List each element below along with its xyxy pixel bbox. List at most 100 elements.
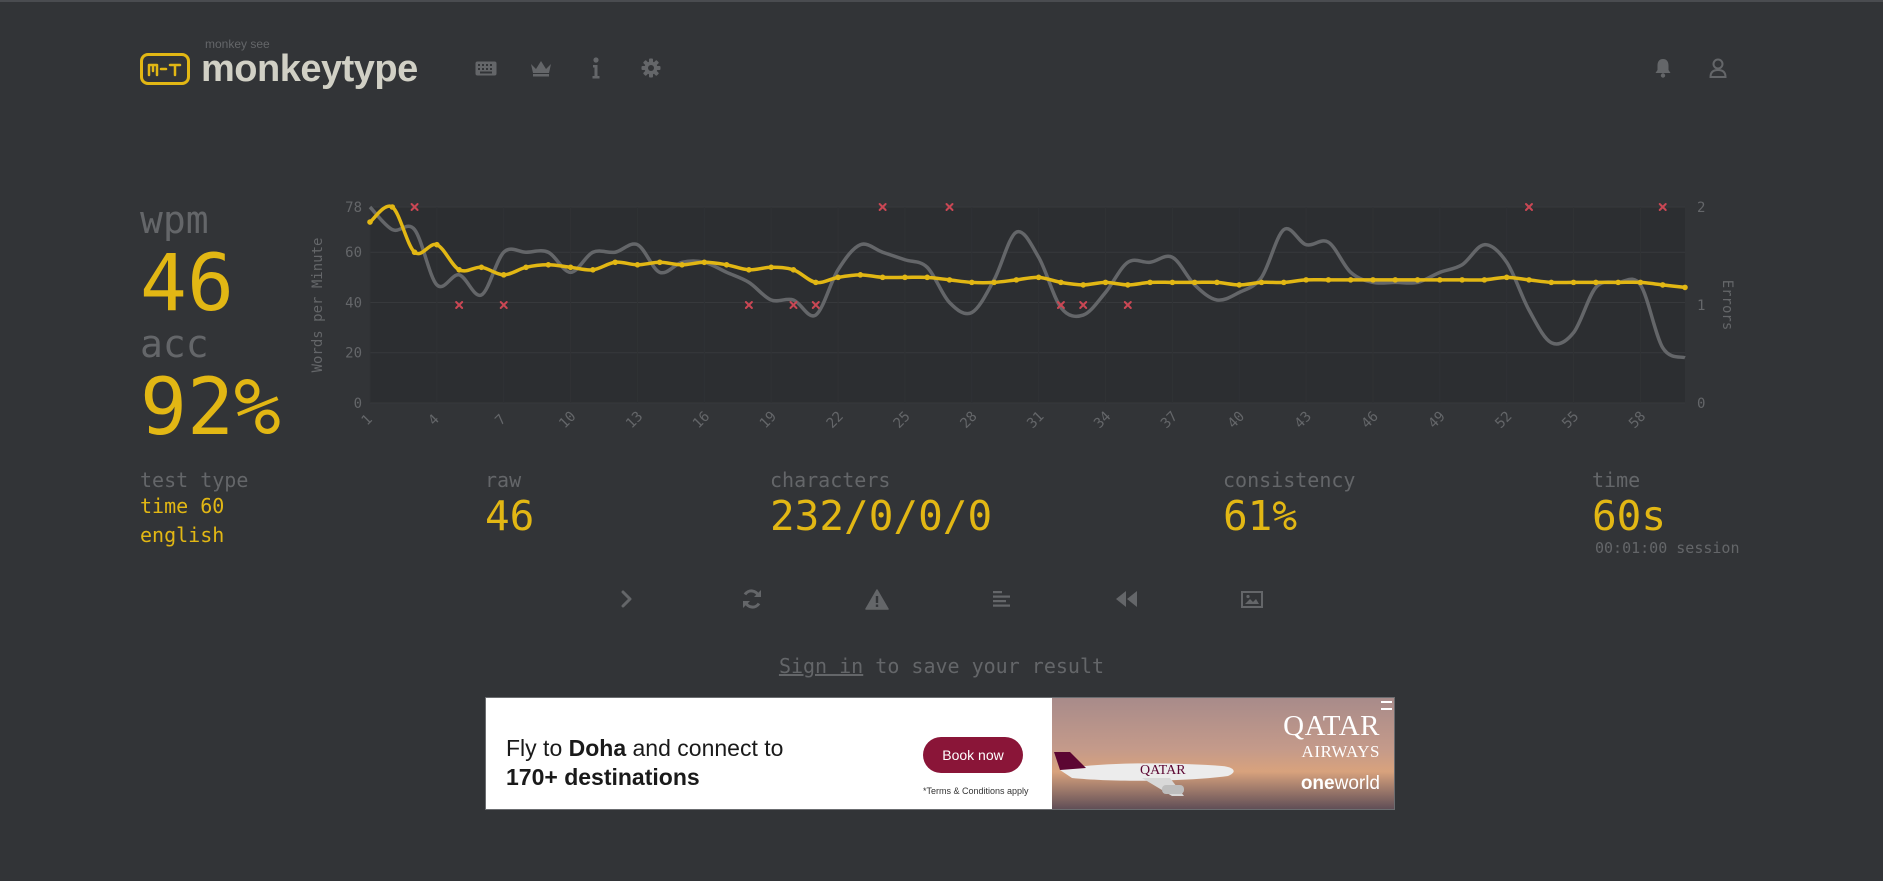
wpm-point xyxy=(1503,274,1510,281)
ad-text: and connect to xyxy=(626,735,784,761)
y2-tick-label: 0 xyxy=(1697,396,1705,412)
time-stat: time 60s 00:01:00 session xyxy=(1592,470,1740,556)
x-tick-label: 4 xyxy=(425,412,442,429)
wpm-point xyxy=(1124,282,1131,288)
acc-value[interactable]: 92% xyxy=(140,369,281,447)
wpm-point xyxy=(879,274,886,281)
raw-stat: raw 46 xyxy=(485,470,534,537)
plane-livery-text: QATAR xyxy=(1140,763,1186,778)
wpm-point xyxy=(1392,277,1399,283)
time-value[interactable]: 60s xyxy=(1592,496,1740,537)
wpm-point xyxy=(1258,279,1265,286)
x-tick-label: 25 xyxy=(890,409,913,432)
y2-tick-label: 1 xyxy=(1697,298,1705,314)
ad-text-bold: Doha xyxy=(568,735,627,761)
wpm-point xyxy=(991,279,997,286)
x-tick-label: 46 xyxy=(1359,409,1382,432)
x-tick-label: 55 xyxy=(1559,409,1582,432)
characters-value[interactable]: 232/0/0/0 xyxy=(770,496,992,537)
window-top-border xyxy=(0,0,1883,2)
wpm-point xyxy=(656,259,663,266)
wpm-point xyxy=(1281,279,1287,286)
brand-line-1: QATAR xyxy=(1283,710,1380,742)
wpm-point xyxy=(1325,277,1332,283)
raw-value[interactable]: 46 xyxy=(485,496,534,537)
crown-icon[interactable] xyxy=(513,54,568,82)
ad-menu-icon[interactable] xyxy=(1381,701,1392,710)
wpm-point xyxy=(1147,279,1153,286)
wpm-point xyxy=(1593,279,1599,286)
logo-text: monkeytype xyxy=(201,48,418,90)
consistency-value[interactable]: 61% xyxy=(1223,496,1355,537)
keyboard-icon[interactable] xyxy=(458,54,513,82)
characters-stat: characters 232/0/0/0 xyxy=(770,470,992,537)
x-tick-label: 19 xyxy=(757,409,780,432)
wpm-point xyxy=(1080,282,1087,288)
wpm-point xyxy=(1370,277,1376,283)
wpm-point xyxy=(902,274,908,281)
wpm-point xyxy=(746,267,752,273)
wpm-point xyxy=(389,204,396,210)
wpm-value[interactable]: 46 xyxy=(140,245,234,323)
user-icon[interactable] xyxy=(1690,54,1745,82)
wpm-point xyxy=(1659,282,1666,288)
wpm-point xyxy=(946,277,953,283)
airplane-image: QATAR xyxy=(1054,752,1234,796)
x-tick-label: 58 xyxy=(1626,409,1649,432)
advertisement-banner[interactable]: Fly to Doha and connect to 170+ destinat… xyxy=(485,697,1395,810)
wpm-point xyxy=(1548,279,1555,286)
y2-tick-label: 2 xyxy=(1697,200,1705,216)
ad-book-now-button[interactable]: Book now xyxy=(923,737,1023,773)
logo[interactable]: monkey see monkeytype xyxy=(140,37,418,90)
consistency-label: consistency xyxy=(1223,468,1356,492)
info-icon[interactable] xyxy=(568,54,623,82)
y-axis-ticks: 0 20 40 60 78 xyxy=(345,200,362,412)
wpm-point xyxy=(1682,284,1688,291)
next-test-icon[interactable] xyxy=(607,584,647,614)
wpm-point xyxy=(835,274,841,281)
screenshot-icon[interactable] xyxy=(1232,584,1272,614)
y-tick-label: 20 xyxy=(345,346,362,362)
wpm-point xyxy=(1236,282,1243,288)
qatar-airways-logo: QATAR AIRWAYS xyxy=(1283,710,1380,761)
wpm-point xyxy=(500,272,507,278)
wpm-point xyxy=(679,261,685,268)
wpm-point xyxy=(1214,279,1220,286)
oneworld-logo: oneworld xyxy=(1301,773,1380,795)
header: monkey see monkeytype xyxy=(140,34,1740,94)
x-tick-label: 28 xyxy=(957,409,980,432)
wpm-point xyxy=(857,272,864,278)
gear-icon[interactable] xyxy=(623,54,678,82)
wpm-point xyxy=(478,264,485,271)
wpm-point xyxy=(1414,277,1421,283)
x-tick-label: 49 xyxy=(1425,409,1448,432)
characters-label: characters xyxy=(770,468,891,492)
oneworld-text-bold: one xyxy=(1300,773,1335,794)
x-axis-ticks: 1 4 7 10 13 16 19 22 25 28 31 34 37 40 43 46 49 52 55 58 xyxy=(359,409,1650,432)
x-tick-label: 31 xyxy=(1024,409,1047,432)
wpm-point xyxy=(1347,277,1354,283)
logo-icon xyxy=(140,53,190,85)
restart-icon[interactable] xyxy=(732,584,772,614)
wpm-point xyxy=(1191,279,1198,286)
wpm-point xyxy=(1035,274,1042,281)
consistency-stat: consistency 61% xyxy=(1223,470,1355,537)
bell-icon[interactable] xyxy=(1635,54,1690,82)
y-tick-label: 60 xyxy=(345,245,362,261)
x-tick-label: 10 xyxy=(556,409,579,432)
oneworld-text: world xyxy=(1334,773,1380,794)
result-chart: 020406078 012 1 4 7 10 13 16 19 22 25 28 31 34 37 40 4… xyxy=(310,200,1735,432)
logo-subtitle: monkey see xyxy=(205,37,270,51)
sign-in-link[interactable]: Sign in xyxy=(779,654,863,678)
wpm-point xyxy=(1169,279,1176,286)
words-history-icon[interactable] xyxy=(982,584,1022,614)
wpm-point xyxy=(1526,277,1532,283)
wpm-point xyxy=(1013,277,1020,283)
report-icon[interactable] xyxy=(857,584,897,614)
replay-icon[interactable] xyxy=(1107,584,1147,614)
test-type-mode: time 60 xyxy=(140,494,225,518)
wpm-point xyxy=(367,219,373,225)
ad-terms: *Terms & Conditions apply xyxy=(923,786,1029,796)
time-label: time xyxy=(1592,468,1641,492)
x-tick-label: 43 xyxy=(1292,409,1315,432)
